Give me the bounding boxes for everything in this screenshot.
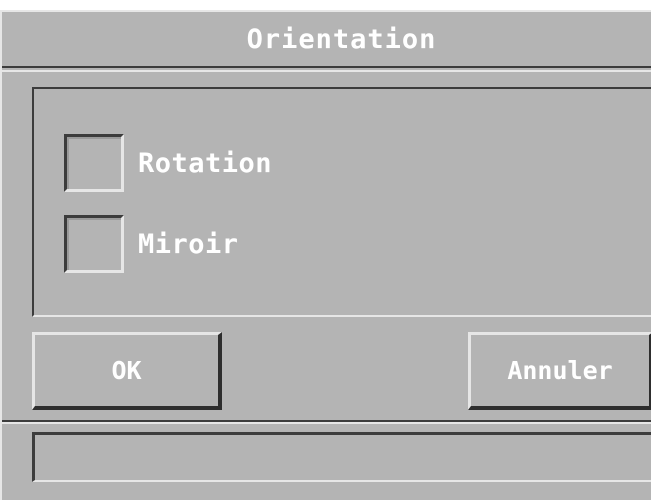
options-panel: Rotation Miroir [32, 87, 651, 317]
rotation-checkbox[interactable] [64, 134, 124, 192]
miroir-option[interactable]: Miroir [64, 215, 239, 273]
ok-button[interactable]: OK [32, 332, 222, 410]
title-bar: Orientation [2, 12, 651, 68]
footer-separator-highlight [2, 422, 651, 424]
rotation-label: Rotation [138, 147, 273, 179]
miroir-label: Miroir [138, 228, 239, 260]
orientation-dialog: Orientation Rotation Miroir OK Annuler [0, 10, 651, 500]
title-separator [2, 70, 651, 72]
miroir-checkbox[interactable] [64, 215, 124, 273]
cancel-button[interactable]: Annuler [468, 332, 651, 410]
dialog-title: Orientation [246, 23, 437, 55]
status-field [32, 432, 651, 482]
rotation-option[interactable]: Rotation [64, 134, 272, 192]
